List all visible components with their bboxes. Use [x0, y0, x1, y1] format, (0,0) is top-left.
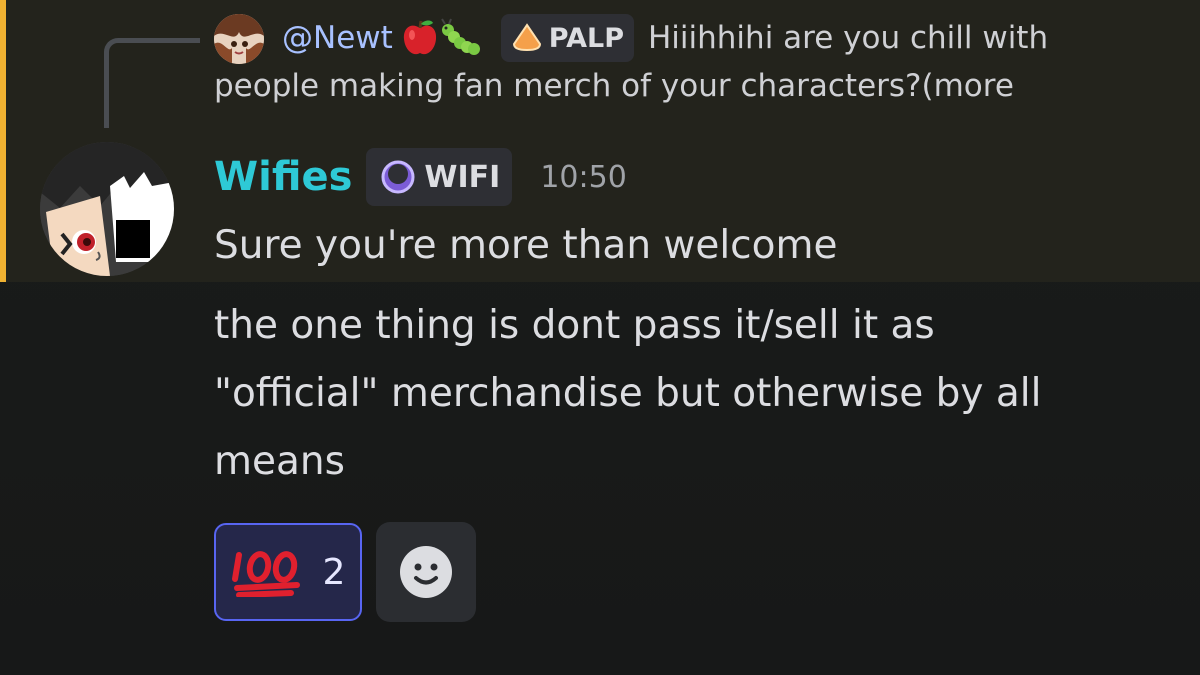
reply-avatar-image — [214, 14, 264, 64]
hundred-points-icon — [231, 547, 305, 597]
chat-view: @Newt PALP Hiiihhihi are you chill with … — [0, 0, 1200, 675]
reaction-count: 2 — [322, 551, 346, 593]
apple-icon — [403, 20, 436, 55]
author-username[interactable]: Wifies — [214, 154, 352, 200]
message-timestamp[interactable]: 10:50 — [540, 160, 626, 195]
mention-indicator-bar — [0, 0, 6, 282]
reply-preview[interactable]: @Newt PALP Hiiihhihi are you chill with — [282, 12, 1048, 64]
caterpillar-icon — [440, 18, 480, 55]
message-text-followup: the one thing is dont pass it/sell it as… — [214, 292, 1041, 496]
message-header: Wifies WIFI 10:50 — [214, 146, 627, 208]
message-text-first: Sure you're more than welcome — [214, 223, 838, 268]
reply-text-line1: Hiiihhihi are you chill with — [647, 20, 1049, 56]
message-line: "official" merchandise but otherwise by … — [214, 371, 1042, 416]
message-line: the one thing is dont pass it/sell it as — [214, 303, 935, 348]
reply-text-line2[interactable]: people making fan merch of your characte… — [214, 68, 1014, 104]
reply-author-server-tag[interactable]: PALP — [500, 14, 634, 62]
author-server-tag[interactable]: WIFI — [366, 148, 513, 206]
reply-author-tag-label: PALP — [548, 22, 624, 54]
add-reaction-button[interactable] — [376, 522, 476, 622]
smiley-face-icon — [400, 546, 452, 598]
reply-author-name[interactable]: @Newt — [282, 20, 393, 56]
orange-dome-icon — [511, 22, 543, 54]
author-tag-label: WIFI — [424, 159, 501, 195]
reply-author-emojis — [401, 18, 483, 58]
reaction-hundred-points[interactable]: 2 — [214, 523, 362, 621]
reply-spine-line — [104, 38, 200, 128]
message-line: means — [214, 439, 345, 484]
author-avatar[interactable] — [40, 142, 174, 276]
reply-author-avatar[interactable] — [214, 14, 264, 64]
author-avatar-image — [40, 142, 174, 276]
reactions-bar: 2 — [214, 522, 476, 622]
purple-ring-icon — [378, 157, 418, 197]
